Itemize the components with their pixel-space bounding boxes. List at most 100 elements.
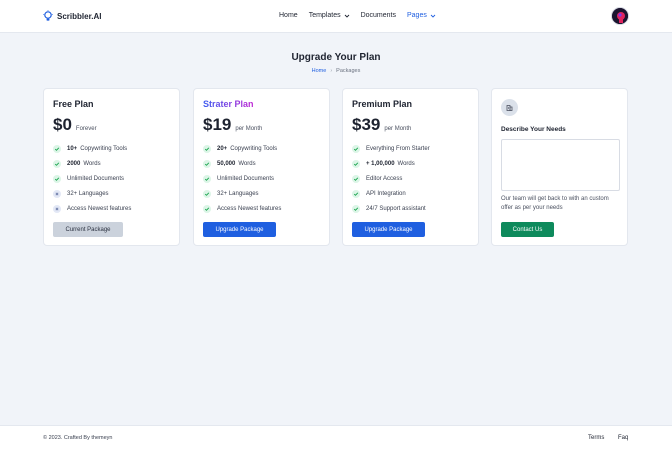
plan-period: Forever [75,126,97,132]
plan-title: Strater Plan [203,99,254,109]
nav-item-pages[interactable]: Pages [407,12,436,19]
feature-text: 24/7 Support assistant [366,205,426,212]
check-icon [203,144,211,153]
needs-label: Describe Your Needs [501,126,566,133]
feature-text: API Integration [366,190,406,197]
main-nav: Home Templates Documents Pages [279,12,447,19]
check-icon [53,159,61,168]
upgrade-package-button[interactable]: Upgrade Package [203,222,276,237]
check-icon [203,189,211,198]
list-item: 10+ Copywriting Tools [53,141,131,156]
nav-item-home[interactable]: Home [279,12,298,19]
brand[interactable]: Scribbler.AI [43,10,101,22]
breadcrumb-home[interactable]: Home [312,68,327,74]
brand-name: Scribbler.AI [57,11,102,21]
plan-card-free: Free Plan $0 Forever 10+ Copywriting Tool… [43,88,180,246]
nav-item-label: Templates [308,12,341,19]
list-item: 24/7 Support assistant [352,201,430,216]
upgrade-package-button[interactable]: Upgrade Package [352,222,425,237]
top-navbar: Scribbler.AI Home Templates Documents Pa… [0,0,672,33]
feature-highlight: 10+ [67,145,78,152]
nav-item-label: Documents [360,12,396,19]
feature-highlight: + 1,00,000 [366,160,395,167]
nav-item-label: Pages [407,12,427,19]
breadcrumb-separator: › [330,68,333,74]
footer-link-terms[interactable]: Terms [588,435,604,441]
plan-period: per Month [384,126,412,132]
lightbulb-icon [43,10,53,21]
list-item: Access Newest features [203,201,281,216]
check-icon [352,189,360,198]
feature-list: Everything From Starter + 1,00,000 Words … [352,141,430,216]
feature-text: Words [238,160,256,167]
breadcrumb-current: Packages [336,68,361,74]
feature-text: Words [83,160,101,167]
price-row: $39 per Month [352,115,411,135]
list-item: Unlimited Documents [203,171,281,186]
list-item: Unlimited Documents [53,171,131,186]
feature-highlight: 2000 [67,160,81,167]
feature-list: 10+ Copywriting Tools 2000 Words Unlimited… [53,141,131,216]
check-icon [53,174,61,183]
list-item: 50,000 Words [203,156,281,171]
close-icon [53,189,61,198]
feature-list: 20+ Copywriting Tools 50,000 Words Unlimit… [203,141,281,216]
feature-text: Everything From Starter [366,145,430,152]
nav-item-templates[interactable]: Templates [309,12,350,19]
needs-textarea[interactable] [501,139,620,191]
list-item: 32+ Languages [53,186,131,201]
price-row: $0 Forever [53,115,97,135]
list-item: Everything From Starter [352,141,430,156]
breadcrumb: Home › Packages [0,68,672,74]
chevron-down-icon [344,14,349,18]
plan-price: $0 [53,115,72,134]
feature-text: 32+ Languages [217,190,259,197]
plan-price: $19 [203,115,232,134]
nav-item-label: Home [279,12,298,19]
plan-price: $39 [352,115,381,134]
check-icon [352,159,360,168]
close-icon [53,204,61,213]
list-item: 32+ Languages [203,186,281,201]
plan-card-premium: Premium Plan $39 per Month Everything Fr… [342,88,479,246]
current-package-button[interactable]: Current Package [53,222,123,237]
check-icon [53,144,61,153]
list-item: Editor Access [352,171,430,186]
footer: © 2023. Crafted By themeyn Terms Faq [0,425,672,451]
needs-note: Our team will get back to with an custom… [501,196,609,211]
avatar[interactable] [611,7,629,25]
chevron-down-icon [430,14,436,18]
check-icon [352,144,360,153]
page-title: Upgrade Your Plan [291,52,381,63]
check-icon [203,204,211,213]
avatar-image [612,8,628,24]
check-icon [203,159,211,168]
list-item: 20+ Copywriting Tools [203,141,281,156]
feature-text: Access Newest features [217,205,282,212]
feature-text: 32+ Languages [67,190,109,197]
building-icon [501,99,518,116]
contact-us-button[interactable]: Contact Us [501,222,554,237]
plan-period: per Month [235,126,263,132]
list-item: 2000 Words [53,156,131,171]
check-icon [352,174,360,183]
feature-highlight: 20+ [217,145,228,152]
feature-text: Words [397,160,415,167]
feature-highlight: 50,000 [217,160,236,167]
feature-text: Editor Access [366,175,403,182]
list-item: API Integration [352,186,430,201]
plan-title: Premium Plan [352,99,413,109]
feature-text: Unlimited Documents [217,175,275,182]
footer-link-faq[interactable]: Faq [618,435,628,441]
list-item: Access Newest features [53,201,131,216]
custom-needs-card: Describe Your Needs Our team will get ba… [491,88,628,246]
check-icon [352,204,360,213]
plan-title: Free Plan [53,99,94,109]
nav-item-documents[interactable]: Documents [361,12,396,19]
copyright: © 2023. Crafted By themeyn [43,435,113,441]
feature-text: Access Newest features [67,205,132,212]
plan-card-starter: Strater Plan $19 per Month 20+ Copywritin… [193,88,330,246]
list-item: + 1,00,000 Words [352,156,430,171]
feature-text: Copywriting Tools [80,145,128,152]
feature-text: Copywriting Tools [230,145,278,152]
